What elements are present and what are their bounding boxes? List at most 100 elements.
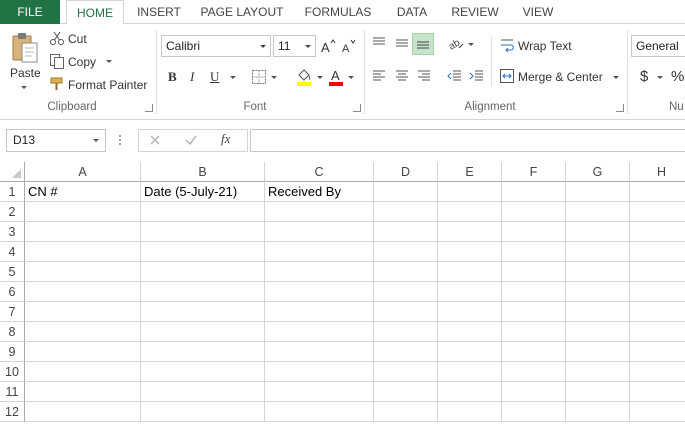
copy-button[interactable]: Copy [68,55,96,69]
cell-f4[interactable] [502,242,566,262]
format-painter-button[interactable]: Format Painter [68,78,147,92]
name-box[interactable]: D13 [6,129,106,152]
cell-a8[interactable] [25,322,141,342]
underline-dropdown-icon[interactable] [230,76,236,79]
cell-c7[interactable] [265,302,374,322]
tab-home[interactable]: HOME [66,0,124,25]
cell-h9[interactable] [630,342,685,362]
align-right-icon[interactable] [416,68,432,84]
cell-b10[interactable] [141,362,265,382]
font-color-dropdown-icon[interactable] [348,76,354,79]
cell-e11[interactable] [438,382,502,402]
cell-b3[interactable] [141,222,265,242]
column-header-h[interactable]: H [630,162,685,182]
tab-formulas[interactable]: FORMULAS [298,0,378,24]
cell-h1[interactable] [630,182,685,202]
cell-b11[interactable] [141,382,265,402]
cell-b8[interactable] [141,322,265,342]
row-header-6[interactable]: 6 [0,282,25,302]
cell-c4[interactable] [265,242,374,262]
cell-a11[interactable] [25,382,141,402]
tab-review[interactable]: REVIEW [444,0,506,24]
orientation-dropdown-icon[interactable] [468,43,474,46]
percent-style-button[interactable]: % [671,68,684,85]
wrap-text-button[interactable]: Wrap Text [518,39,572,53]
cancel-icon[interactable] [148,133,162,147]
cell-c10[interactable] [265,362,374,382]
cell-f3[interactable] [502,222,566,242]
cell-c9[interactable] [265,342,374,362]
cell-c8[interactable] [265,322,374,342]
italic-button[interactable]: I [190,69,194,85]
cell-a6[interactable] [25,282,141,302]
column-header-c[interactable]: C [265,162,374,182]
row-header-11[interactable]: 11 [0,382,25,402]
more-options-icon[interactable] [117,132,123,148]
cell-d8[interactable] [374,322,438,342]
cell-e12[interactable] [438,402,502,422]
column-header-f[interactable]: F [502,162,566,182]
column-header-a[interactable]: A [25,162,141,182]
paste-button[interactable]: Paste [10,66,41,80]
cell-d6[interactable] [374,282,438,302]
cell-e7[interactable] [438,302,502,322]
increase-indent-icon[interactable] [468,68,484,84]
font-name-select[interactable]: Calibri [161,35,271,57]
enter-icon[interactable] [184,133,198,147]
cell-e8[interactable] [438,322,502,342]
cell-h2[interactable] [630,202,685,222]
cell-g5[interactable] [566,262,630,282]
paste-icon[interactable] [10,30,40,66]
cell-d9[interactable] [374,342,438,362]
cell-g4[interactable] [566,242,630,262]
accounting-dropdown-icon[interactable] [657,76,663,79]
cell-a12[interactable] [25,402,141,422]
formula-input[interactable] [250,129,685,152]
cell-g6[interactable] [566,282,630,302]
cell-h11[interactable] [630,382,685,402]
cell-g9[interactable] [566,342,630,362]
column-header-d[interactable]: D [374,162,438,182]
cell-d12[interactable] [374,402,438,422]
cell-c5[interactable] [265,262,374,282]
cell-d3[interactable] [374,222,438,242]
fill-color-icon[interactable] [296,67,312,87]
align-center-icon[interactable] [394,68,410,84]
row-header-7[interactable]: 7 [0,302,25,322]
cell-b6[interactable] [141,282,265,302]
bold-button[interactable]: B [168,69,177,85]
column-header-b[interactable]: B [141,162,265,182]
cell-d7[interactable] [374,302,438,322]
cut-icon[interactable] [49,30,65,46]
cell-a5[interactable] [25,262,141,282]
accounting-format-button[interactable]: $ [640,68,648,85]
underline-button[interactable]: U [210,69,219,85]
cell-a1[interactable]: CN # [25,182,141,202]
cell-h12[interactable] [630,402,685,422]
align-top-icon[interactable] [371,35,387,51]
cell-e5[interactable] [438,262,502,282]
font-size-select[interactable]: 11 [273,35,316,57]
cell-f2[interactable] [502,202,566,222]
cell-f8[interactable] [502,322,566,342]
cell-g10[interactable] [566,362,630,382]
clipboard-launcher-icon[interactable] [145,104,153,112]
cell-d10[interactable] [374,362,438,382]
merge-center-dropdown-icon[interactable] [613,76,619,79]
copy-icon[interactable] [49,53,65,69]
cell-e9[interactable] [438,342,502,362]
cell-h6[interactable] [630,282,685,302]
orientation-icon[interactable]: ab [447,35,465,51]
fill-color-dropdown-icon[interactable] [317,76,323,79]
row-header-12[interactable]: 12 [0,402,25,422]
cell-e10[interactable] [438,362,502,382]
cell-f11[interactable] [502,382,566,402]
tab-insert[interactable]: INSERT [130,0,188,24]
cell-e4[interactable] [438,242,502,262]
cell-d1[interactable] [374,182,438,202]
wrap-text-icon[interactable] [499,37,515,53]
row-header-10[interactable]: 10 [0,362,25,382]
cell-d11[interactable] [374,382,438,402]
cell-c11[interactable] [265,382,374,402]
font-color-icon[interactable]: A [328,67,344,87]
